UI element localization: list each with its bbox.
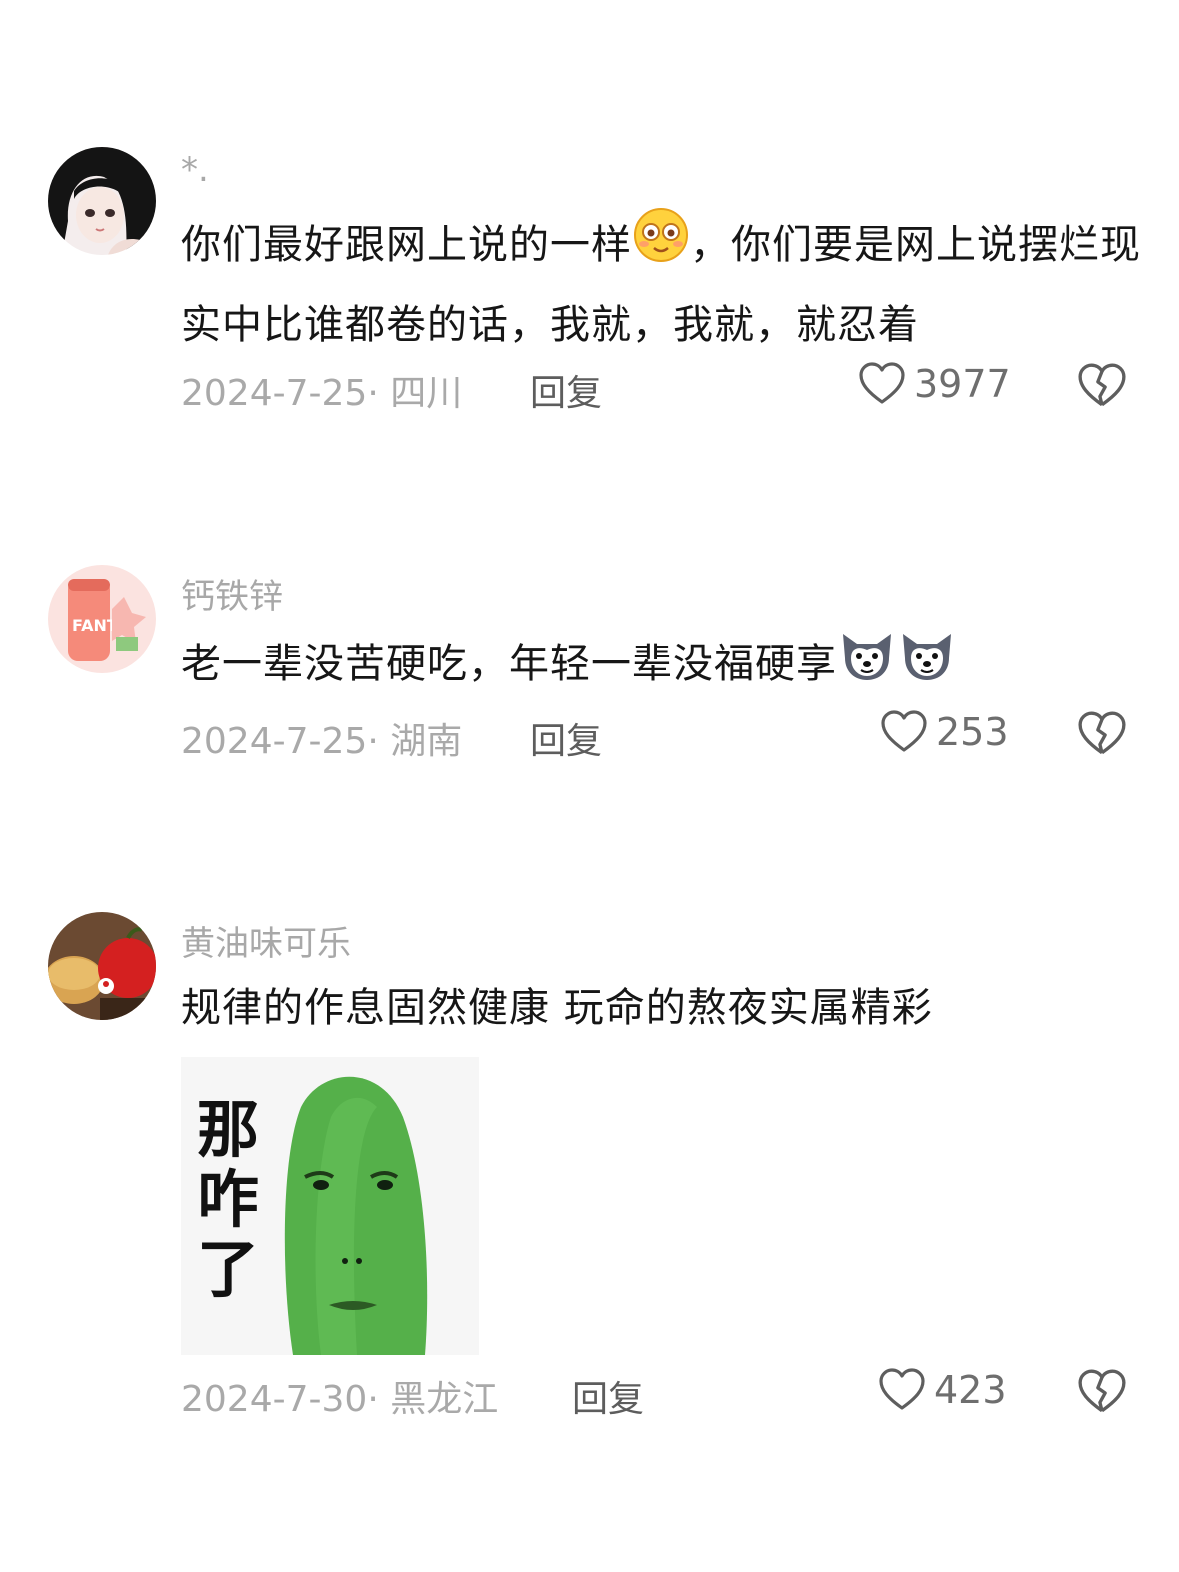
comment-text-part-1: 老一辈没苦硬吃，年轻一辈没福硬享 bbox=[181, 641, 837, 687]
like-button[interactable]: 253 bbox=[880, 708, 1009, 756]
comment-location: 黑龙江 bbox=[390, 1379, 499, 1420]
comment-text-part-1: 规律的作息固然健康 玩命的熬夜实属精彩 bbox=[181, 985, 933, 1031]
sticker-caption: 那咋了 bbox=[197, 1093, 260, 1306]
like-button[interactable]: 3977 bbox=[858, 360, 1011, 408]
comment-text: 你们最好跟网上说的一样 ，你们要是网上说摆烂现实中比谁都卷的话，我就，我就，就忍着 bbox=[181, 206, 1141, 362]
comment-location: 四川 bbox=[390, 373, 463, 414]
username[interactable]: 黄油味可乐 bbox=[181, 916, 351, 965]
comment-meta: 2024-7-25· 四川 bbox=[181, 364, 462, 416]
reply-button[interactable]: 回复 bbox=[530, 712, 602, 764]
like-button[interactable]: 423 bbox=[878, 1366, 1007, 1414]
reply-button[interactable]: 回复 bbox=[572, 1370, 644, 1422]
user-avatar[interactable] bbox=[48, 912, 156, 1020]
comment-date: 2024-7-30 bbox=[181, 1379, 368, 1420]
broken-heart-icon[interactable] bbox=[1077, 709, 1127, 759]
meta-separator: · bbox=[367, 721, 391, 762]
comment-meta: 2024-7-25· 湖南 bbox=[181, 712, 462, 764]
broken-heart-icon[interactable] bbox=[1077, 361, 1127, 411]
user-avatar[interactable] bbox=[48, 147, 156, 255]
like-count: 3977 bbox=[914, 362, 1011, 406]
heart-outline-icon bbox=[859, 362, 905, 404]
comment-text: 规律的作息固然健康 玩命的熬夜实属精彩 bbox=[181, 971, 1141, 1045]
like-count: 253 bbox=[936, 710, 1009, 754]
meme-sticker[interactable]: 那咋了 bbox=[181, 1057, 479, 1355]
husky-emoji-icon bbox=[897, 624, 957, 708]
username[interactable]: 钙铁锌 bbox=[181, 569, 283, 618]
broken-heart-icon[interactable] bbox=[1077, 1367, 1127, 1417]
svg-text:FANT: FANT bbox=[72, 616, 118, 635]
comment-date: 2024-7-25 bbox=[181, 721, 368, 762]
meta-separator: · bbox=[367, 1379, 391, 1420]
comment-meta: 2024-7-30· 黑龙江 bbox=[181, 1370, 498, 1422]
comment-location: 湖南 bbox=[390, 721, 463, 762]
comment-date: 2024-7-25 bbox=[181, 373, 368, 414]
like-count: 423 bbox=[934, 1368, 1007, 1412]
avatar-image bbox=[48, 912, 156, 1020]
user-avatar[interactable]: FANT bbox=[48, 565, 156, 673]
avatar-image: FANT bbox=[48, 565, 156, 673]
smile-emoji-icon bbox=[632, 206, 690, 288]
reply-button[interactable]: 回复 bbox=[530, 364, 602, 416]
username[interactable]: *. bbox=[181, 150, 209, 190]
husky-emoji-icon bbox=[837, 624, 897, 708]
heart-outline-icon bbox=[881, 710, 927, 752]
meta-separator: · bbox=[367, 373, 391, 414]
comment-text-part-1: 你们最好跟网上说的一样 bbox=[181, 222, 632, 268]
avatar-image bbox=[48, 147, 156, 255]
heart-outline-icon bbox=[879, 1368, 925, 1410]
comment-text: 老一辈没苦硬吃，年轻一辈没福硬享 bbox=[181, 624, 1141, 708]
